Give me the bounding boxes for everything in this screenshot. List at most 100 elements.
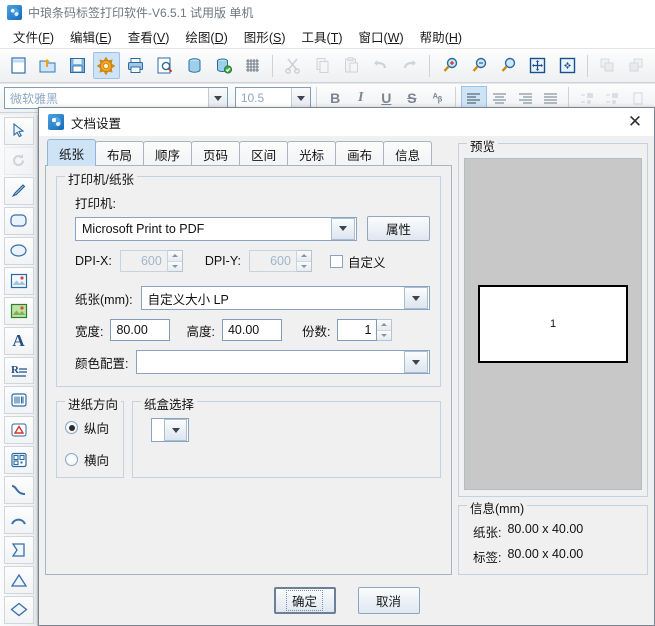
tab-order[interactable]: 顺序 [143, 141, 193, 166]
tab-paper[interactable]: 纸张 [47, 139, 97, 166]
triangle-icon[interactable] [3, 566, 34, 594]
grid-icon[interactable] [239, 52, 266, 79]
chevron-down-icon[interactable] [291, 88, 311, 108]
spinner-down-icon[interactable] [296, 261, 311, 271]
font-size-combo[interactable]: 10.5 [234, 87, 312, 109]
new-document-icon[interactable] [5, 52, 32, 79]
warning-shape-icon[interactable] [3, 416, 34, 445]
width-input[interactable]: 80.00 [110, 319, 171, 341]
chevron-down-icon[interactable] [207, 88, 227, 108]
print-preview-icon[interactable] [151, 52, 178, 79]
feed-landscape-radio[interactable]: 横向 [65, 450, 115, 469]
menu-item-window[interactable]: 窗口(W) [352, 24, 411, 49]
printer-paper-group: 打印机/纸张 打印机: Microsoft Print to PDF 属性 DP… [56, 169, 441, 387]
zoom-in-icon[interactable] [436, 52, 463, 79]
database-connect-icon[interactable] [210, 52, 237, 79]
radio-dot[interactable] [65, 421, 78, 434]
cancel-button[interactable]: 取消 [357, 586, 420, 614]
menu-item-edit[interactable]: 编辑(E) [63, 24, 119, 49]
dpi-x-value[interactable]: 600 [119, 250, 168, 272]
send-back-icon[interactable] [623, 52, 650, 79]
spinner-up-icon[interactable] [167, 251, 182, 262]
tab-canvas[interactable]: 画布 [335, 141, 385, 166]
tab-range[interactable]: 区间 [239, 141, 289, 166]
pointer-select-icon[interactable] [3, 117, 34, 145]
feed-portrait-radio[interactable]: 纵向 [65, 418, 115, 437]
custom-dpi-checkbox[interactable]: 自定义 [329, 252, 385, 271]
chevron-down-icon[interactable] [404, 287, 428, 309]
rotate-icon[interactable] [3, 146, 34, 175]
toolbar-separator [455, 87, 457, 109]
spinner-down-icon[interactable] [377, 330, 392, 340]
copies-spin-buttons[interactable] [377, 319, 393, 341]
printer-combo[interactable]: Microsoft Print to PDF [75, 216, 357, 241]
bring-front-icon[interactable] [594, 52, 621, 79]
polygon-icon[interactable] [3, 536, 34, 565]
preview-area[interactable]: 1 [464, 158, 642, 490]
tab-cursor[interactable]: 光标 [287, 141, 337, 166]
chevron-down-icon[interactable] [404, 351, 428, 373]
diamond-icon[interactable] [3, 596, 34, 624]
curve-icon[interactable] [3, 476, 34, 505]
qrcode-icon[interactable] [3, 446, 34, 475]
copy-icon[interactable] [308, 52, 335, 79]
dpi-y-spin-buttons[interactable] [296, 250, 312, 272]
menu-item-help[interactable]: 帮助(H) [413, 24, 469, 49]
chevron-down-icon[interactable] [330, 217, 355, 240]
fit-width-icon[interactable] [553, 52, 580, 79]
printer-paper-legend: 打印机/纸张 [65, 169, 137, 188]
tab-page-number[interactable]: 页码 [191, 141, 241, 166]
dpi-x-spinner[interactable]: 600 [119, 250, 183, 272]
undo-arrow-icon[interactable] [367, 52, 394, 79]
main-toolbar [0, 48, 655, 83]
fit-page-icon[interactable] [524, 52, 551, 79]
menu-item-tools[interactable]: 工具(T) [295, 24, 350, 49]
rich-text-icon[interactable]: R [3, 356, 34, 385]
copies-value[interactable]: 1 [337, 319, 378, 341]
image-icon[interactable] [3, 266, 34, 295]
close-icon[interactable]: ✕ [622, 111, 648, 133]
tray-combo[interactable] [151, 418, 189, 442]
print-icon[interactable] [122, 52, 149, 79]
zoom-out-icon[interactable] [466, 52, 493, 79]
cut-scissors-icon[interactable] [279, 52, 306, 79]
dpi-y-spinner[interactable]: 600 [248, 250, 312, 272]
spinner-up-icon[interactable] [296, 251, 311, 262]
menu-item-view[interactable]: 查看(V) [121, 24, 177, 49]
picture-color-icon[interactable] [3, 296, 34, 325]
menu-item-shape[interactable]: 图形(S) [237, 24, 293, 49]
rounded-rectangle-icon[interactable] [3, 206, 34, 235]
line-pen-icon[interactable] [3, 176, 34, 205]
paste-icon[interactable] [338, 52, 365, 79]
menu-item-file[interactable]: 文件(F) [6, 24, 61, 49]
zoom-actual-icon[interactable] [495, 52, 522, 79]
tab-layout[interactable]: 布局 [95, 141, 145, 166]
redo-arrow-icon[interactable] [396, 52, 423, 79]
color-profile-combo[interactable] [136, 350, 430, 374]
copies-spinner[interactable]: 1 [337, 319, 393, 341]
tab-info[interactable]: 信息 [383, 141, 433, 166]
menu-item-draw[interactable]: 绘图(D) [178, 24, 234, 49]
chevron-down-icon[interactable] [164, 419, 187, 441]
info-legend: 信息(mm) [467, 498, 528, 517]
checkbox-box[interactable] [329, 254, 343, 268]
database-icon[interactable] [181, 52, 208, 79]
ok-button[interactable]: 确定 [273, 586, 336, 614]
open-folder-icon[interactable] [34, 52, 61, 79]
toolbar-separator [316, 87, 318, 109]
dpi-x-spin-buttons[interactable] [167, 250, 183, 272]
barcode-icon[interactable] [3, 386, 34, 415]
document-settings-icon[interactable] [92, 52, 120, 79]
text-a-icon[interactable]: A [3, 326, 34, 355]
height-input[interactable]: 40.00 [221, 319, 282, 341]
ellipse-icon[interactable] [3, 236, 34, 265]
spinner-down-icon[interactable] [167, 261, 182, 271]
arc-icon[interactable] [3, 506, 34, 535]
paper-size-combo[interactable]: 自定义大小 LP [140, 286, 430, 310]
save-disk-icon[interactable] [64, 52, 91, 79]
dpi-y-value[interactable]: 600 [248, 250, 297, 272]
printer-properties-button[interactable]: 属性 [366, 216, 430, 241]
radio-dot[interactable] [65, 453, 78, 466]
spinner-up-icon[interactable] [377, 320, 392, 331]
font-family-combo[interactable]: 微软雅黑 [4, 87, 228, 109]
